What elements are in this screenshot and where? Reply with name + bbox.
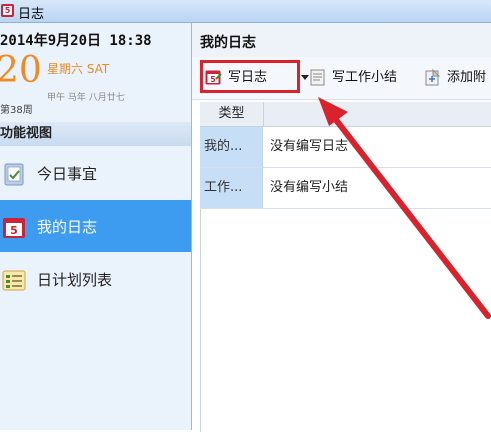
chevron-down-icon[interactable]	[301, 75, 309, 80]
day-number: 20	[0, 50, 42, 91]
sidebar-item-today[interactable]: 今日事宜	[0, 147, 191, 199]
sidebar-item-day-plan[interactable]: 日计划列表	[0, 253, 191, 305]
clipboard-icon	[4, 163, 24, 186]
table-row[interactable]: 工作... 没有编写小结	[200, 168, 491, 209]
date-time-line: 2014年9月20日 18:38	[0, 33, 152, 49]
toolbar: 5 写日志 写工作小结 添加附	[192, 57, 491, 100]
weekday-label: 星期六 SAT	[47, 62, 110, 76]
sidebar: 2014年9月20日 18:38 20 星期六 SAT 甲午 马年 八月廿七 第…	[0, 23, 192, 430]
calendar-log-icon: 5	[3, 218, 25, 238]
row-type-cell: 工作...	[200, 168, 263, 208]
window-titlebar: 5 日志	[0, 0, 491, 23]
page-title: 我的日志	[200, 35, 256, 51]
sidebar-section-title: 功能视图	[0, 122, 191, 146]
row-content-cell: 没有编写小结	[270, 180, 349, 195]
attachment-icon	[425, 69, 441, 86]
write-summary-label: 写工作小结	[332, 70, 398, 85]
sidebar-item-my-log[interactable]: 5 我的日志	[0, 200, 191, 252]
sidebar-item-label: 我的日志	[37, 218, 98, 236]
add-attachment-label: 添加附	[447, 70, 487, 85]
week-number: 第38周	[0, 105, 33, 116]
table-row[interactable]: 我的... 没有编写日志	[200, 127, 491, 168]
svg-text:5: 5	[10, 224, 18, 237]
sidebar-item-label: 日计划列表	[37, 271, 113, 289]
row-content-cell: 没有编写日志	[270, 139, 349, 154]
add-attachment-button[interactable]: 添加附	[424, 67, 491, 89]
app-log-icon: 5	[1, 4, 14, 17]
window-title: 日志	[18, 7, 45, 22]
write-summary-button[interactable]: 写工作小结	[309, 67, 409, 89]
main-header: 我的日志	[192, 23, 491, 57]
sidebar-item-label: 今日事宜	[37, 165, 98, 183]
lunar-date: 甲午 马年 八月廿七	[47, 93, 125, 103]
checklist-icon	[2, 270, 26, 291]
row-type-cell: 我的...	[200, 127, 263, 167]
highlight-box	[200, 60, 300, 93]
column-header-type[interactable]: 类型	[200, 102, 264, 126]
document-icon	[310, 69, 325, 86]
table-header: 类型	[200, 102, 491, 127]
main-panel: 我的日志 5 写日志 写工作小结 添加附 类型 我的... 没有编写日志 工作.…	[192, 23, 491, 432]
